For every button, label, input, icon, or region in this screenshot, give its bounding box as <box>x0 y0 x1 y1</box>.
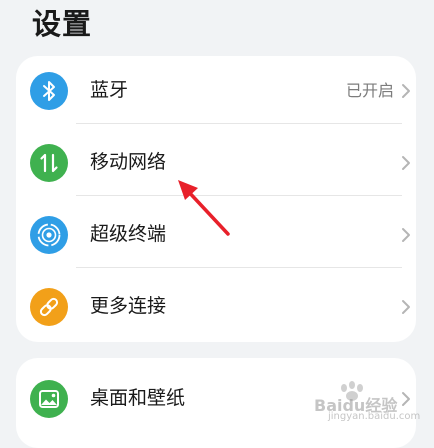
page-title: 设置 <box>32 7 93 41</box>
settings-item-bluetooth[interactable]: 蓝牙 已开启 <box>16 56 416 124</box>
bluetooth-status-value: 已开启 <box>345 81 394 100</box>
settings-item-more-connections[interactable]: 更多连接 <box>16 272 416 340</box>
watermark-url: jingyan.baidu.com <box>328 411 421 422</box>
divider <box>76 267 402 268</box>
chevron-right-icon <box>400 82 412 100</box>
settings-item-label: 蓝牙 <box>90 79 129 101</box>
chevron-right-icon <box>400 154 412 172</box>
wallpaper-icon <box>30 380 68 418</box>
divider <box>76 123 402 124</box>
settings-item-label: 更多连接 <box>90 295 167 317</box>
divider <box>76 195 402 196</box>
settings-item-label: 移动网络 <box>90 151 167 173</box>
watermark: Baidu经验 jingyan.baidu.com <box>314 380 426 424</box>
super-device-icon <box>30 216 68 254</box>
settings-item-label: 桌面和壁纸 <box>90 387 186 409</box>
bluetooth-icon <box>30 72 68 110</box>
chevron-right-icon <box>400 298 412 316</box>
link-icon <box>30 288 68 326</box>
annotation-arrow-icon <box>178 180 230 236</box>
chevron-right-icon <box>400 226 412 244</box>
settings-item-label: 超级终端 <box>90 223 167 245</box>
mobile-data-icon <box>30 144 68 182</box>
